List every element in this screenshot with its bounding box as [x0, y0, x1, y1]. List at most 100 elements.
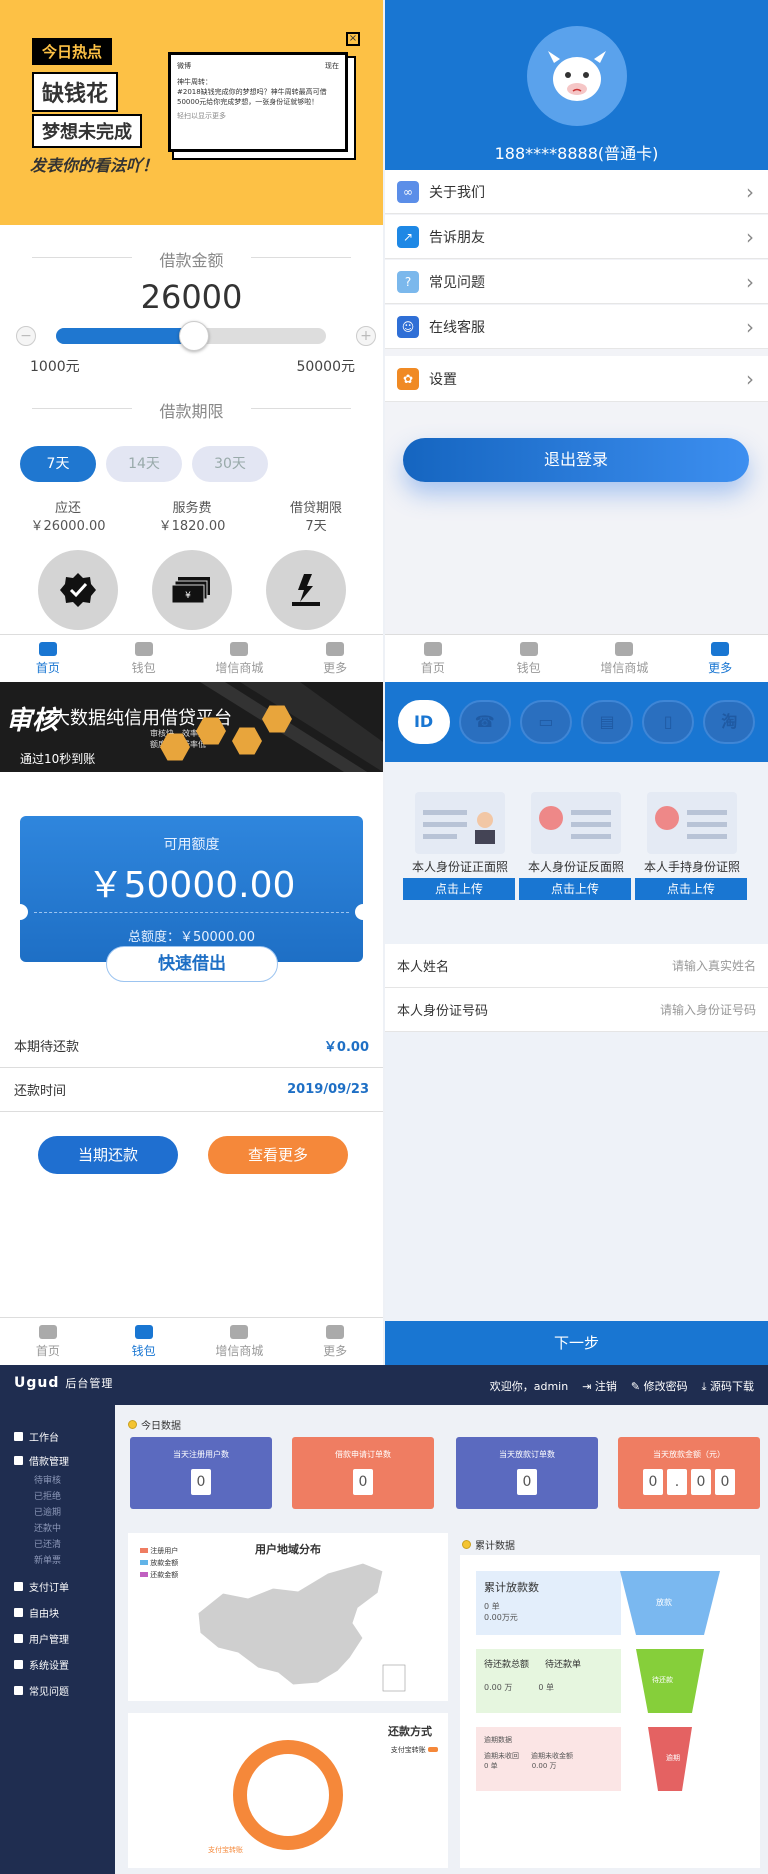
- subnav-new[interactable]: 新单票: [34, 1553, 61, 1566]
- term-7-days[interactable]: 7天: [20, 446, 96, 482]
- upload-hold-button[interactable]: 点击上传: [635, 878, 747, 900]
- donut-label: 支付宝转账: [208, 1846, 243, 1854]
- close-icon[interactable]: ×: [346, 32, 360, 46]
- phone-book-icon[interactable]: ☎: [458, 700, 511, 744]
- box-title: 逾期数据: [484, 1736, 512, 1744]
- menu-tell-friends[interactable]: ↗ 告诉朋友 ›: [385, 215, 768, 259]
- row-value: ￥0.00: [323, 1040, 369, 1055]
- box-line: 0 单: [484, 1602, 500, 1611]
- tab-store[interactable]: 增信商城: [577, 635, 673, 682]
- banner-footer: 发表你的看法吖！: [30, 156, 159, 175]
- wallet-icon: [134, 641, 153, 656]
- download-link[interactable]: ⤓ 源码下载: [702, 1378, 754, 1394]
- next-step-button[interactable]: 下一步: [385, 1321, 768, 1365]
- menu-settings[interactable]: ✿ 设置 ›: [385, 356, 768, 402]
- tab-more[interactable]: 更多: [287, 635, 383, 682]
- view-more-button[interactable]: 查看更多: [208, 1136, 348, 1174]
- tab-store[interactable]: 增信商城: [192, 635, 288, 682]
- subnav-repaid[interactable]: 已还清: [34, 1537, 61, 1550]
- term-info: 借贷期限 7天: [256, 500, 376, 536]
- lightning-upload-icon[interactable]: [266, 550, 346, 630]
- id-card-icon[interactable]: ID: [397, 700, 450, 744]
- tab-store[interactable]: 增信商城: [192, 1318, 288, 1365]
- logo-text: Ugud: [14, 1375, 60, 1391]
- quick-borrow-button[interactable]: 快速借出: [106, 946, 278, 982]
- slider-fill: [56, 328, 194, 344]
- taobao-icon[interactable]: 淘: [703, 700, 756, 744]
- nav-free-blocks[interactable]: 自由块: [14, 1605, 59, 1620]
- repay-current-button[interactable]: 当期还款: [38, 1136, 178, 1174]
- upload-back-button[interactable]: 点击上传: [519, 878, 631, 900]
- logout-button[interactable]: 退出登录: [403, 438, 749, 482]
- identity-verification-screen: ID ☎ ▭ ▤ ▯ 淘 本人身份证正面照 本人身份证反面照 本人手持身份证照 …: [385, 682, 768, 1365]
- tab-wallet[interactable]: 钱包: [96, 1318, 192, 1365]
- nav-user-management[interactable]: 用户管理: [14, 1631, 69, 1646]
- subnav-repaying[interactable]: 还款中: [34, 1521, 61, 1534]
- stat-loan-applications: 借款申请订单数 0: [292, 1437, 434, 1509]
- mobile-icon[interactable]: ▯: [642, 700, 695, 744]
- question-icon: ?: [397, 270, 419, 293]
- tab-wallet[interactable]: 钱包: [481, 635, 577, 682]
- name-input[interactable]: 请输入真实姓名: [672, 957, 756, 974]
- tab-home[interactable]: 首页: [0, 635, 96, 682]
- tab-wallet[interactable]: 钱包: [96, 635, 192, 682]
- cash-icon[interactable]: ¥: [152, 550, 232, 630]
- subnav-overdue[interactable]: 已逾期: [34, 1505, 61, 1518]
- change-password-link[interactable]: ✎ 修改密码: [631, 1378, 688, 1394]
- cumulative-data-header: 累计数据: [462, 1537, 515, 1552]
- subnav-pending[interactable]: 待审核: [34, 1473, 61, 1486]
- available-limit-label: 可用额度: [163, 837, 220, 853]
- tab-home[interactable]: 首页: [0, 1318, 96, 1365]
- available-limit-amount: ￥50000.00: [87, 865, 296, 906]
- logout-link[interactable]: ⇥ 注销: [582, 1378, 617, 1394]
- avatar[interactable]: [527, 26, 627, 126]
- grid-icon: [14, 1608, 23, 1617]
- info-value: ￥1820.00: [158, 519, 226, 534]
- nav-loan-management[interactable]: 借款管理: [14, 1453, 69, 1468]
- bulb-icon: [462, 1540, 471, 1549]
- divider: [34, 912, 349, 913]
- bottom-tab-bar: 首页 钱包 增信商城 更多: [0, 1317, 383, 1365]
- minus-button[interactable]: −: [16, 326, 36, 346]
- id-front-caption: 本人身份证正面照: [411, 860, 508, 874]
- term-30-days[interactable]: 30天: [192, 446, 268, 482]
- tab-more[interactable]: 更多: [287, 1318, 383, 1365]
- subnav-rejected[interactable]: 已拒绝: [34, 1489, 61, 1502]
- menu-about-us[interactable]: ∞ 关于我们 ›: [385, 170, 768, 214]
- tab-home[interactable]: 首页: [385, 635, 481, 682]
- info-card-icon[interactable]: ▤: [581, 700, 634, 744]
- amount-slider[interactable]: [56, 321, 326, 351]
- id-number-input[interactable]: 请输入身份证号码: [660, 1001, 756, 1018]
- bank-card-icon[interactable]: ▭: [519, 700, 572, 744]
- nav-payment-orders[interactable]: 支付订单: [14, 1579, 69, 1594]
- term-14-days[interactable]: 14天: [106, 446, 182, 482]
- info-label: 服务费: [172, 501, 212, 516]
- menu-online-service[interactable]: ☺ 在线客服 ›: [385, 305, 768, 349]
- slider-min-label: 1000元: [30, 359, 80, 375]
- legend-label: 还款金额: [150, 1571, 179, 1579]
- chat-icon: ☺: [397, 315, 419, 338]
- id-number-field[interactable]: 本人身份证号码 请输入身份证号码: [385, 988, 768, 1032]
- slider-max-label: 50000元: [296, 359, 355, 375]
- logo-subtitle: 后台管理: [65, 1377, 114, 1390]
- nav-faq[interactable]: 常见问题: [14, 1683, 69, 1698]
- tab-more[interactable]: 更多: [672, 635, 768, 682]
- hot-topic-banner[interactable]: 今日热点 缺钱花 梦想未完成 发表你的看法吖！ × 微博 现在 神牛周转： #20…: [0, 0, 383, 225]
- menu-faq[interactable]: ? 常见问题 ›: [385, 260, 768, 304]
- verified-badge-icon[interactable]: [38, 550, 118, 630]
- field-label: 本人姓名: [397, 960, 450, 975]
- credit-platform-banner[interactable]: 审核 大数据纯信用借贷平台 审核快，效率高 额度高，费率低 通过10秒到账: [0, 682, 383, 772]
- share-icon: ↗: [397, 225, 419, 248]
- banner-subheadline: 梦想未完成: [32, 114, 142, 148]
- upload-front-button[interactable]: 点击上传: [403, 878, 515, 900]
- name-field[interactable]: 本人姓名 请输入真实姓名: [385, 944, 768, 988]
- total-disbursed-box: 累计放款数 0 单 0.00万元: [476, 1571, 621, 1635]
- nav-workbench[interactable]: 工作台: [14, 1429, 59, 1444]
- nav-system-settings[interactable]: 系统设置: [14, 1657, 69, 1672]
- slider-handle[interactable]: [179, 321, 209, 351]
- stat-digit: 0: [517, 1469, 537, 1495]
- plus-button[interactable]: +: [356, 326, 376, 346]
- tab-label: 首页: [420, 660, 445, 675]
- chevron-right-icon: ›: [746, 366, 754, 391]
- wallet-screen: 审核 大数据纯信用借贷平台 审核快，效率高 额度高，费率低 通过10秒到账 可用…: [0, 682, 383, 1365]
